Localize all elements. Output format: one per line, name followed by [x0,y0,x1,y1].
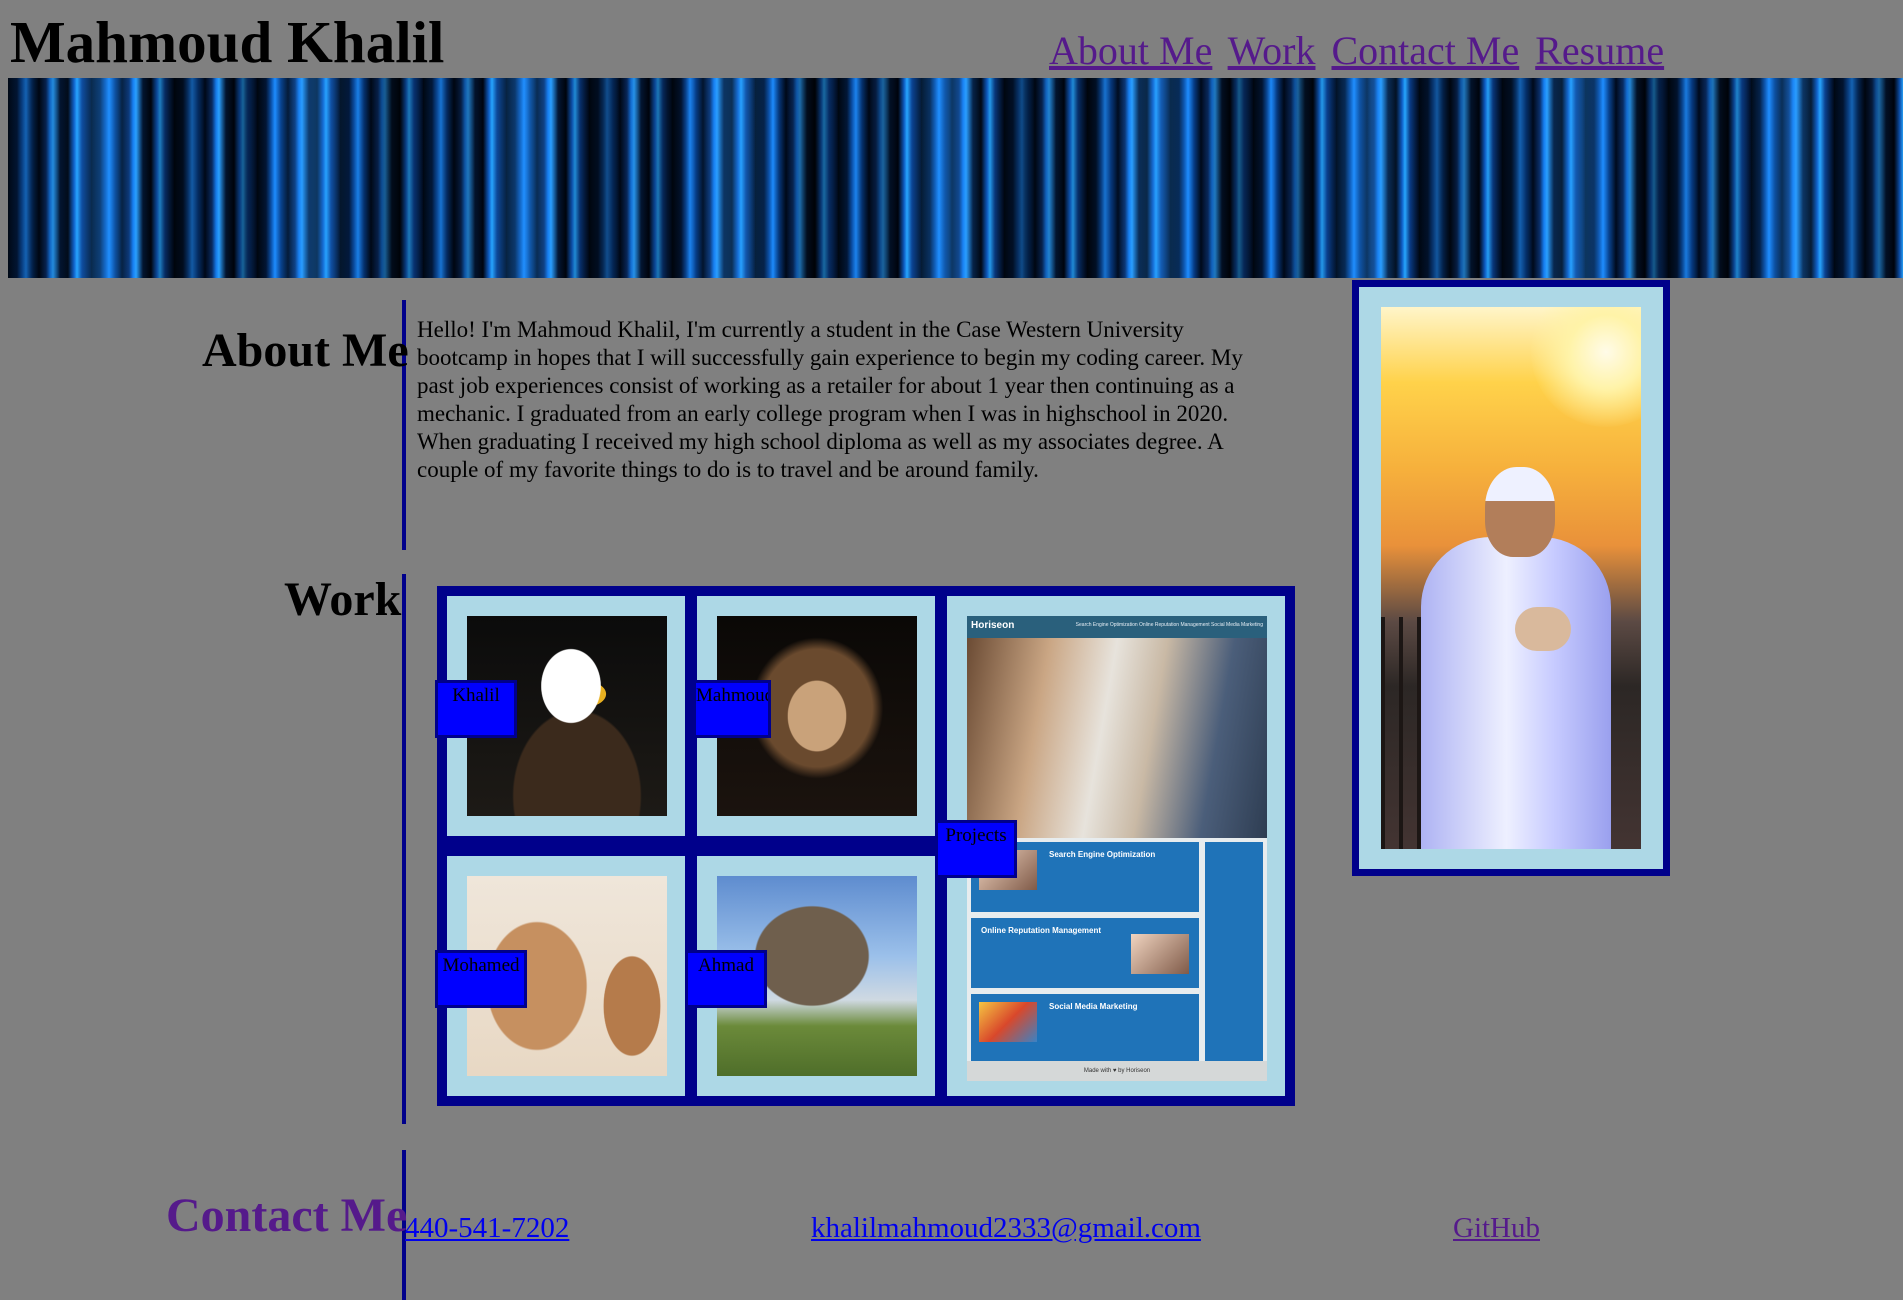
horiseon-brand: Horiseon [971,620,1015,631]
about-me-heading: About Me [202,324,409,377]
nav-link-work[interactable]: Work [1228,28,1316,73]
horiseon-hero-image [967,638,1267,838]
nav-link-resume[interactable]: Resume [1535,28,1664,73]
person-robe [1421,537,1611,849]
horiseon-orm-image [1131,934,1189,974]
horiseon-section-orm: Online Reputation Management [971,918,1199,988]
project-label-ahmad[interactable]: Ahmad [685,950,767,1008]
profile-photo [1381,307,1641,849]
horiseon-nav-links: Search Engine Optimization Online Reputa… [1075,622,1263,628]
email-link[interactable]: khalilmahmoud2333@gmail.com [811,1210,1201,1246]
work-section-divider [402,574,406,1124]
main-nav: About Me Work Contact Me Resume [1049,26,1670,76]
horiseon-smm-image [979,1002,1037,1042]
horiseon-orm-title: Online Reputation Management [981,926,1102,935]
project-label-khalil[interactable]: Khalil [435,680,517,738]
nav-link-contact-me[interactable]: Contact Me [1331,28,1519,73]
github-link[interactable]: GitHub [1453,1210,1540,1246]
nav-link-about-me[interactable]: About Me [1049,28,1212,73]
person-hand [1515,607,1571,651]
project-label-mohamed[interactable]: Mohamed [435,950,527,1008]
work-heading: Work [284,573,402,626]
project-label-mahmoud[interactable]: Mahmoud [693,680,771,738]
horiseon-smm-title: Social Media Marketing [1049,1002,1138,1011]
horiseon-navbar: Horiseon Search Engine Optimization Onli… [967,616,1267,638]
about-me-text: Hello! I'm Mahmoud Khalil, I'm currently… [417,317,1243,482]
site-title: Mahmoud Khalil [10,9,445,75]
horiseon-seo-title: Search Engine Optimization [1049,850,1156,859]
profile-photo-frame [1352,280,1670,876]
project-label-projects[interactable]: Projects [935,820,1017,878]
work-project-grid: Horiseon Search Engine Optimization Onli… [435,586,1295,1106]
phone-link[interactable]: 440-541-7202 [405,1210,569,1246]
horiseon-sidebar [1205,842,1263,1064]
contact-me-heading: Contact Me [166,1189,408,1242]
sunset-sun [1531,307,1641,427]
person-head [1485,467,1555,557]
horiseon-section-smm: Social Media Marketing [971,994,1199,1064]
horiseon-footer: Made with ♥ by Horiseon [967,1061,1267,1081]
hero-banner-image [8,78,1903,278]
